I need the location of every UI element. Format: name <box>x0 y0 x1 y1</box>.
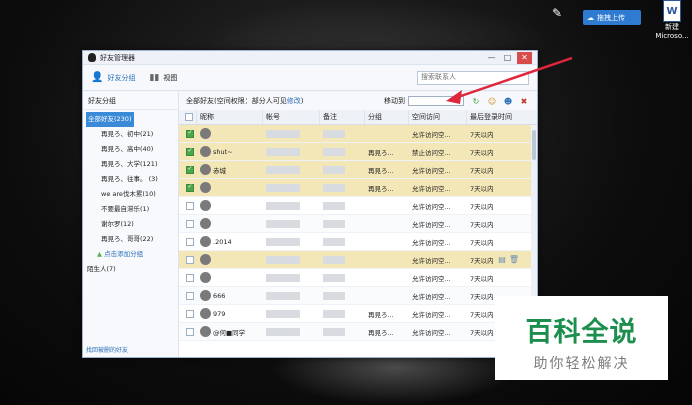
watermark-subtitle: 助你轻松解决 <box>533 356 630 372</box>
watermark-title: 百科全说 <box>525 317 638 348</box>
watermark: 百科全说 助你轻松解决 <box>495 296 668 380</box>
